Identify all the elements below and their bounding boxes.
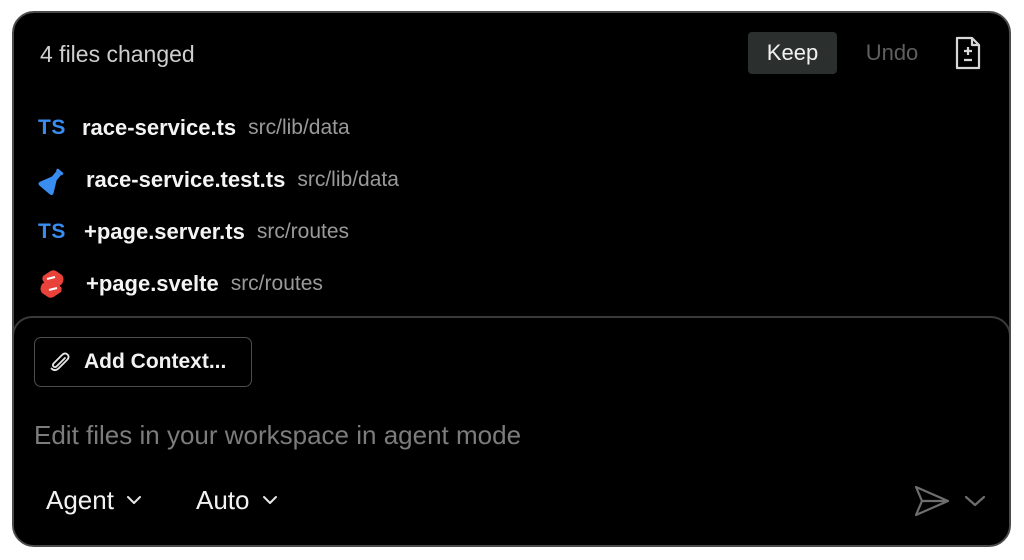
model-label: Auto: [196, 484, 250, 515]
file-path: src/routes: [230, 272, 323, 295]
agent-mode-dropdown[interactable]: Agent: [46, 482, 142, 518]
send-options-button[interactable]: [962, 490, 988, 512]
changes-header: 4 files changed Keep Undo: [14, 13, 1009, 95]
chat-panel: 4 files changed Keep Undo TS race-servic…: [12, 11, 1011, 547]
undo-button[interactable]: Undo: [852, 32, 932, 74]
chat-composer: Add Context... Agent Auto: [14, 316, 1009, 545]
file-diff-icon: [955, 36, 981, 70]
send-button[interactable]: [912, 483, 952, 519]
paperclip-icon: [48, 350, 72, 374]
file-row-race-service-ts[interactable]: TS race-service.ts src/lib/data: [38, 108, 350, 148]
chat-prompt-input[interactable]: [34, 418, 934, 452]
file-name: race-service.test.ts: [86, 167, 286, 192]
file-row-page-svelte[interactable]: +page.svelte src/routes: [38, 264, 323, 304]
chevron-down-icon: [126, 492, 142, 508]
add-context-label: Add Context...: [84, 350, 227, 373]
files-changed-summary: 4 files changed: [40, 41, 195, 67]
file-path: src/lib/data: [248, 116, 350, 139]
file-name: +page.svelte: [86, 271, 219, 296]
test-flask-icon: [38, 164, 72, 196]
add-context-button[interactable]: Add Context...: [34, 337, 252, 387]
keep-button[interactable]: Keep: [748, 32, 837, 74]
typescript-icon: TS: [38, 116, 66, 139]
chevron-down-icon: [262, 492, 278, 508]
svelte-icon: [38, 268, 72, 300]
file-diff-button[interactable]: [950, 35, 986, 71]
chevron-down-icon: [964, 495, 986, 507]
file-row-race-service-test-ts[interactable]: race-service.test.ts src/lib/data: [38, 160, 399, 200]
model-dropdown[interactable]: Auto: [196, 482, 278, 518]
file-name: +page.server.ts: [84, 219, 245, 244]
file-path: src/routes: [256, 220, 350, 243]
file-path: src/lib/data: [297, 168, 399, 191]
file-name: race-service.ts: [82, 115, 237, 140]
typescript-icon: TS: [38, 220, 66, 243]
agent-mode-label: Agent: [46, 484, 114, 515]
send-icon: [914, 485, 950, 517]
file-row-page-server-ts[interactable]: TS +page.server.ts src/routes: [38, 212, 349, 252]
